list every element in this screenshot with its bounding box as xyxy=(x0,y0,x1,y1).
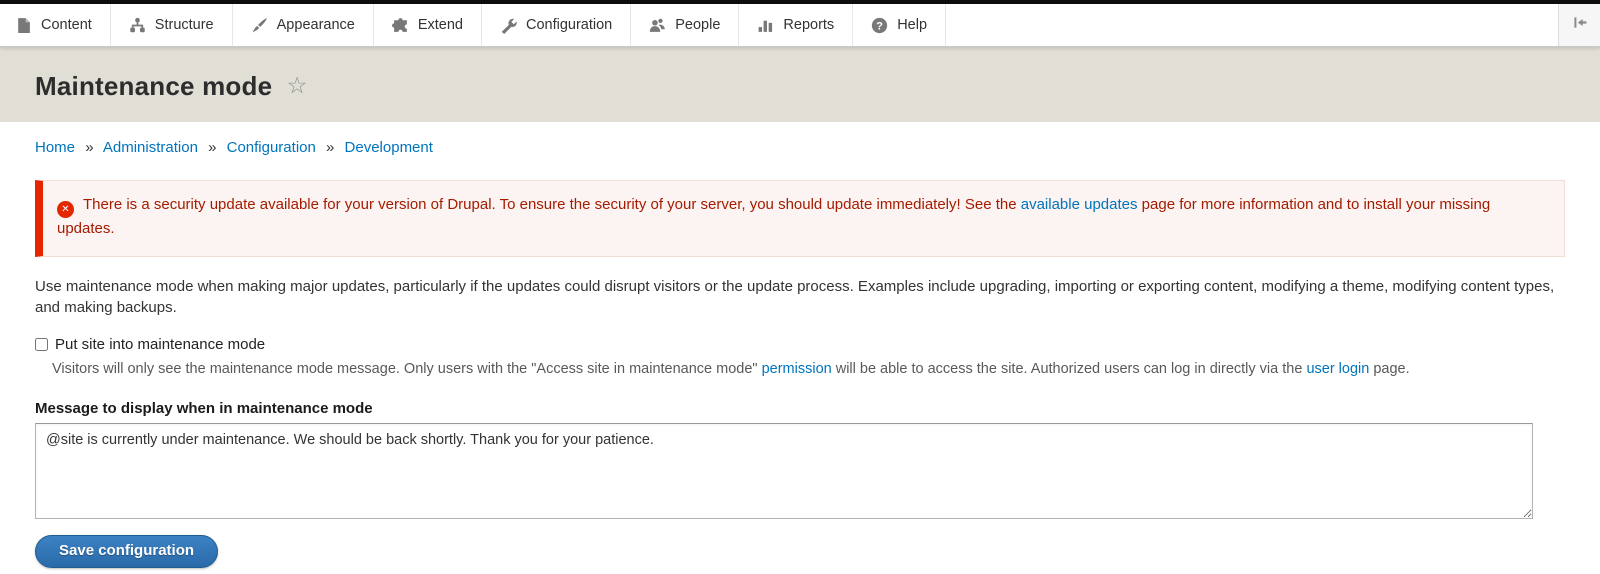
toolbar-item-label: People xyxy=(675,17,720,33)
admin-toolbar: Content Structure Appearance Extend Conf… xyxy=(0,4,1600,47)
description-text-2: will be able to access the site. Authori… xyxy=(832,361,1307,377)
form-actions: Save configuration xyxy=(35,535,1565,568)
help-icon: ? xyxy=(871,17,888,34)
toolbar-item-people[interactable]: People xyxy=(631,4,739,46)
toolbar-item-label: Structure xyxy=(155,17,214,33)
puzzle-icon xyxy=(392,17,409,34)
toolbar-item-label: Content xyxy=(41,17,92,33)
maintenance-message-label: Message to display when in maintenance m… xyxy=(35,400,1565,417)
security-update-error-message: ✕ There is a security update available fo… xyxy=(35,180,1565,257)
user-login-link[interactable]: user login xyxy=(1306,361,1369,377)
people-icon xyxy=(649,17,666,34)
breadcrumb-separator: » xyxy=(85,139,93,156)
breadcrumb: Home » Administration » Configuration » … xyxy=(0,122,1600,160)
toolbar-item-label: Reports xyxy=(783,17,834,33)
description-text-1: Visitors will only see the maintenance m… xyxy=(52,361,762,377)
toolbar-spacer xyxy=(946,4,1558,46)
breadcrumb-separator: » xyxy=(326,139,334,156)
error-text-before: There is a security update available for… xyxy=(83,196,1021,213)
description-text-3: page. xyxy=(1369,361,1409,377)
toolbar-item-help[interactable]: ? Help xyxy=(853,4,946,46)
svg-text:?: ? xyxy=(876,20,883,32)
save-configuration-button[interactable]: Save configuration xyxy=(35,535,218,568)
shortcut-star-icon[interactable]: ☆ xyxy=(287,72,308,98)
breadcrumb-separator: » xyxy=(208,139,216,156)
toolbar-item-label: Help xyxy=(897,17,927,33)
toolbar-item-configuration[interactable]: Configuration xyxy=(482,4,631,46)
permission-link[interactable]: permission xyxy=(762,361,832,377)
page-title: Maintenance mode xyxy=(35,71,272,101)
toolbar-item-appearance[interactable]: Appearance xyxy=(233,4,374,46)
toolbar-item-label: Configuration xyxy=(526,17,612,33)
maintenance-mode-checkbox[interactable] xyxy=(35,338,48,351)
toolbar-item-label: Appearance xyxy=(277,17,355,33)
toolbar-collapse-button[interactable] xyxy=(1558,4,1600,46)
toolbar-item-extend[interactable]: Extend xyxy=(374,4,482,46)
toolbar-collapse-icon xyxy=(1571,14,1588,36)
toolbar-item-label: Extend xyxy=(418,17,463,33)
sitemap-icon xyxy=(129,17,146,34)
paintbrush-icon xyxy=(251,17,268,34)
maintenance-mode-checkbox-row: Put site into maintenance mode xyxy=(35,336,1565,353)
maintenance-mode-checkbox-label[interactable]: Put site into maintenance mode xyxy=(55,336,265,353)
maintenance-mode-intro-text: Use maintenance mode when making major u… xyxy=(35,276,1565,320)
available-updates-link[interactable]: available updates xyxy=(1021,196,1138,213)
breadcrumb-link-development[interactable]: Development xyxy=(345,139,433,156)
toolbar-item-structure[interactable]: Structure xyxy=(111,4,233,46)
document-icon xyxy=(15,17,32,34)
wrench-icon xyxy=(500,17,517,34)
breadcrumb-link-home[interactable]: Home xyxy=(35,139,75,156)
bar-chart-icon xyxy=(757,17,774,34)
maintenance-message-textarea[interactable]: @site is currently under maintenance. We… xyxy=(35,423,1533,519)
toolbar-item-reports[interactable]: Reports xyxy=(739,4,853,46)
maintenance-checkbox-description: Visitors will only see the maintenance m… xyxy=(52,359,1565,379)
toolbar-item-content[interactable]: Content xyxy=(0,4,111,46)
error-icon: ✕ xyxy=(57,201,74,218)
breadcrumb-link-administration[interactable]: Administration xyxy=(103,139,198,156)
breadcrumb-link-configuration[interactable]: Configuration xyxy=(227,139,316,156)
page-header: Maintenance mode ☆ xyxy=(0,47,1600,122)
